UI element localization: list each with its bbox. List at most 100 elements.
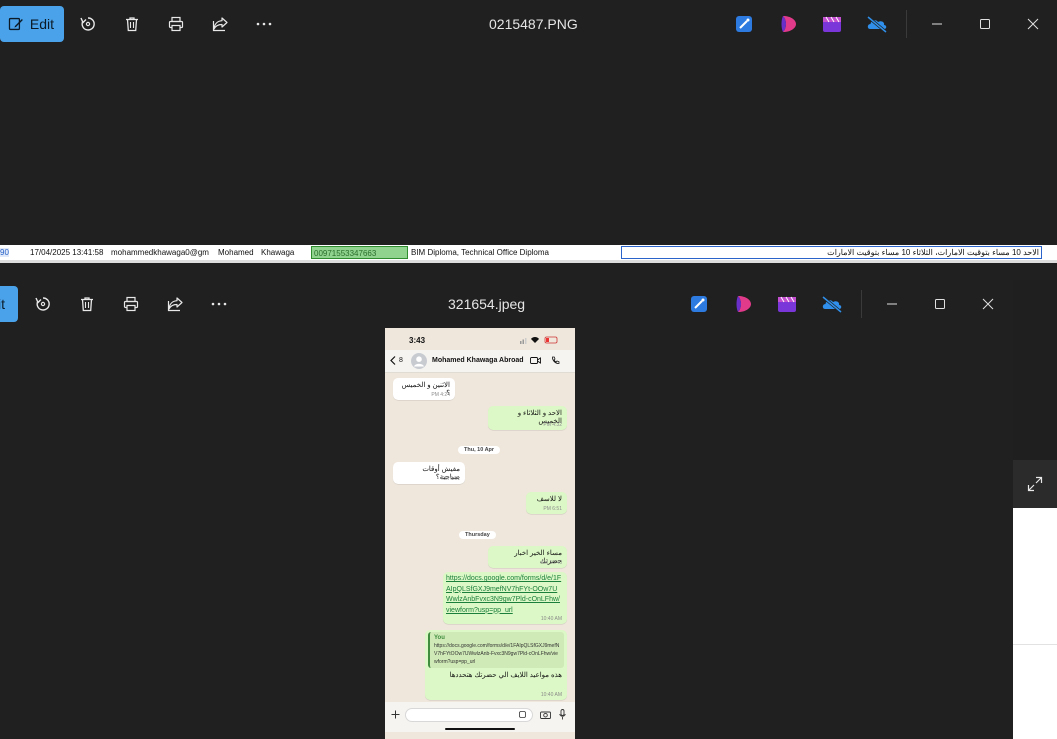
next-row <box>0 260 1057 263</box>
printer-icon <box>168 16 184 32</box>
printer-icon <box>123 296 139 312</box>
first-name-cell: Mohamed <box>218 248 254 257</box>
video-call-icon[interactable] <box>530 356 541 365</box>
toolbar: it 321654.jpeg <box>0 280 1013 328</box>
signal-wifi-battery-icon <box>520 336 558 344</box>
message-text: لا للاسف <box>536 496 562 503</box>
message-time: 10:40 AM <box>540 616 562 622</box>
clipchamp-icon[interactable] <box>732 292 756 316</box>
avatar[interactable] <box>411 353 427 369</box>
email-cell: mohammedkhawaga0@gm <box>111 248 209 257</box>
back-count: 8 <box>399 357 403 364</box>
date-chip: Thursday <box>459 531 496 539</box>
share-button[interactable] <box>159 286 191 322</box>
message-in: الاثنين و الخميس ؟ 4:24 PM <box>393 378 455 400</box>
quote-text: https://docs.google.com/forms/d/e/1FAIpQ… <box>434 643 560 665</box>
message-out-link: https://docs.google.com/forms/d/e/1FAIpQ… <box>443 572 567 624</box>
video-editor-icon[interactable] <box>775 292 799 316</box>
window-title: 321654.jpeg <box>448 296 526 312</box>
photos-window-back: Edit 0215487.PNG 90 17/04/2025 13:41:58 … <box>0 0 1057 280</box>
chat-input-bar <box>385 702 575 732</box>
separator <box>906 10 907 38</box>
quote-author: You <box>434 635 445 641</box>
sticker-icon[interactable] <box>519 711 526 718</box>
message-input[interactable] <box>405 708 533 722</box>
trash-icon <box>81 297 93 312</box>
separator <box>861 290 862 318</box>
edit-label: it <box>0 296 5 312</box>
divider <box>1013 644 1057 645</box>
print-button[interactable] <box>115 286 147 322</box>
message-time: 10:40 AM <box>540 692 562 698</box>
window-title: 0215487.PNG <box>489 16 578 32</box>
edit-button[interactable]: Edit <box>0 6 64 42</box>
share-button[interactable] <box>204 6 236 42</box>
last-name-cell: Khawaga <box>261 248 295 257</box>
quoted-message[interactable]: You https://docs.google.com/forms/d/e/1F… <box>428 632 564 668</box>
edit-label: Edit <box>29 16 54 32</box>
onedrive-off-icon[interactable] <box>865 12 889 36</box>
plus-icon[interactable] <box>391 710 400 719</box>
designer-icon[interactable] <box>687 292 711 316</box>
more-icon <box>211 302 227 306</box>
print-button[interactable] <box>160 6 192 42</box>
maximize-button[interactable] <box>963 6 1007 42</box>
message-out: لا للاسف 6:51 PM <box>526 492 567 514</box>
maximize-icon <box>935 299 945 309</box>
more-icon <box>256 22 272 26</box>
phone-status-bar: 3:43 <box>385 328 575 350</box>
delete-button[interactable] <box>116 6 148 42</box>
message-text: هذه مواعيد اللايف الي حضرتك هتحددها <box>449 672 562 679</box>
phone-cell: 00971553347663 <box>311 246 408 259</box>
microphone-icon[interactable] <box>559 709 566 720</box>
row-number: 90 <box>0 248 9 257</box>
date-chip: Thu, 10 Apr <box>458 446 501 454</box>
message-out: الاحد و الثلاثاء و الخميس 4:32 PM <box>488 406 567 430</box>
form-link[interactable]: https://docs.google.com/forms/d/e/1FAIpQ… <box>446 574 562 616</box>
contact-name: Mohamed Khawaga Abroad <box>432 357 524 364</box>
trash-icon <box>126 17 138 32</box>
close-button[interactable] <box>1011 6 1055 42</box>
toolbar: Edit 0215487.PNG <box>0 0 1057 48</box>
maximize-button[interactable] <box>918 286 962 322</box>
delete-button[interactable] <box>71 286 103 322</box>
message-out: مساء الخير اخبار حضرتك 10:40 AM <box>488 546 567 568</box>
courses-cell: BIM Diploma, Technical Office Diploma <box>411 248 549 257</box>
chat-screenshot-image: 3:43 8 Mohamed Khawaga Abroad الاثنين و … <box>385 328 575 739</box>
rotate-button[interactable] <box>72 6 104 42</box>
maximize-icon <box>980 19 990 29</box>
phone-call-icon[interactable] <box>551 356 560 365</box>
camera-icon[interactable] <box>540 710 551 719</box>
close-button[interactable] <box>966 286 1010 322</box>
rotate-button[interactable] <box>27 286 59 322</box>
close-icon <box>982 298 994 310</box>
message-time: 4:24 PM <box>431 392 450 398</box>
minimize-button[interactable] <box>870 286 914 322</box>
availability-cell: الاحد 10 مساء بتوقيت الامارات، الثلاثاء … <box>827 248 1039 257</box>
message-time: 10:40 AM <box>540 560 562 566</box>
rotate-icon <box>35 297 50 311</box>
timestamp-cell: 17/04/2025 13:41:58 <box>30 248 104 257</box>
minimize-icon <box>887 303 897 305</box>
message-time: 6:51 PM <box>543 506 562 512</box>
edit-button[interactable]: it <box>0 286 18 322</box>
video-editor-icon[interactable] <box>820 12 844 36</box>
back-chevron-icon[interactable] <box>390 356 396 365</box>
rotate-icon <box>80 17 95 31</box>
more-button[interactable] <box>248 6 280 42</box>
background-window-panel <box>1013 508 1057 739</box>
edit-icon <box>8 17 23 31</box>
chat-header: 8 Mohamed Khawaga Abroad <box>385 350 575 373</box>
message-out-reply: You https://docs.google.com/forms/d/e/1F… <box>425 630 567 700</box>
spreadsheet-image: 90 17/04/2025 13:41:58 mohammedkhawaga0@… <box>0 245 1057 263</box>
designer-icon[interactable] <box>732 12 756 36</box>
minimize-button[interactable] <box>915 6 959 42</box>
expand-button[interactable] <box>1013 460 1057 508</box>
clipchamp-icon[interactable] <box>777 12 801 36</box>
onedrive-off-icon[interactable] <box>820 292 844 316</box>
message-time: 4:32 PM <box>543 422 562 428</box>
share-icon <box>167 297 183 312</box>
message-time: 6:51 PM <box>441 476 460 482</box>
more-button[interactable] <box>203 286 235 322</box>
minimize-icon <box>932 23 942 25</box>
